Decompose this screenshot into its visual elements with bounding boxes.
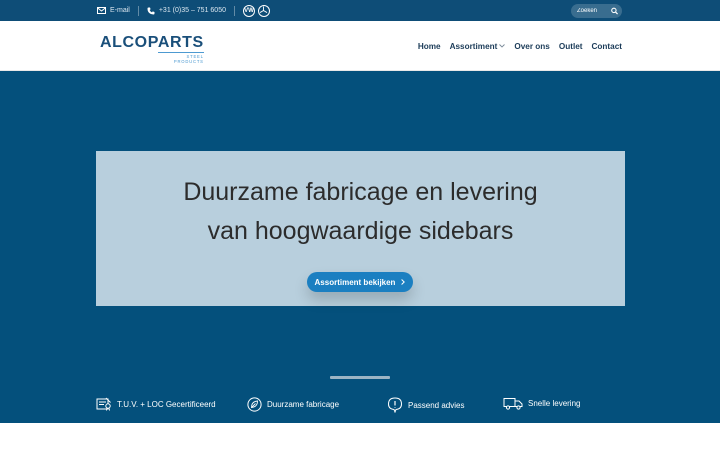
main-nav: Home Assortiment Over ons Outlet Contact — [418, 21, 622, 71]
certificate-icon — [96, 397, 111, 411]
usp-label: Passend advies — [408, 400, 465, 410]
email-link[interactable]: E-mail — [97, 7, 130, 14]
hero-card: Duurzame fabricage en levering van hoogw… — [96, 151, 625, 306]
usp-label: Snelle levering — [528, 399, 581, 408]
button-label: Assortiment bekijken — [314, 277, 396, 287]
phone-label: +31 (0)35 – 751 6050 — [158, 7, 226, 14]
hero-title: Duurzame fabricage en levering van hoogw… — [96, 173, 625, 251]
usp-item: Snelle levering — [503, 397, 580, 410]
site-logo[interactable]: ALCOPARTS STEEL PRODUCTS — [100, 35, 204, 64]
top-bar: E-mail +31 (0)35 – 751 6050 VW — [0, 0, 720, 21]
hero-title-line: van hoogwaardige sidebars — [207, 217, 514, 245]
usp-item: Passend advies — [387, 397, 464, 413]
search-box[interactable] — [571, 3, 622, 18]
advice-icon — [387, 397, 403, 413]
nav-label: Assortiment — [449, 41, 498, 51]
nav-label: Outlet — [558, 41, 583, 51]
phone-link[interactable]: +31 (0)35 – 751 6050 — [147, 7, 226, 15]
hero-section: Duurzame fabricage en levering van hoogw… — [0, 71, 720, 423]
usp-item: Duurzame fabricage — [247, 397, 339, 412]
slider-indicator[interactable] — [330, 376, 390, 379]
hero-title-line: Duurzame fabricage en levering — [183, 178, 538, 206]
usp-label: Duurzame fabricage — [267, 400, 340, 409]
logo-accent: PARTS — [147, 34, 204, 51]
logo-main: ALCO — [100, 34, 148, 51]
usp-label: T.U.V. + LOC Gecertificeerd — [117, 399, 216, 409]
nav-label: Home — [417, 41, 441, 51]
brand-logos: VW — [242, 4, 270, 17]
nav-assortiment[interactable]: Assortiment — [450, 42, 506, 51]
nav-label: Contact — [591, 41, 622, 51]
usp-item: T.U.V. + LOC Gecertificeerd — [96, 397, 216, 411]
assortiment-button[interactable]: Assortiment bekijken — [307, 272, 413, 292]
site-header: ALCOPARTS STEEL PRODUCTS Home Assortimen… — [0, 21, 720, 71]
search-input[interactable] — [577, 7, 611, 14]
volkswagen-logo: VW — [242, 4, 255, 17]
nav-contact[interactable]: Contact — [592, 42, 622, 51]
logo-subtitle: STEEL PRODUCTS — [157, 52, 204, 64]
nav-over-ons[interactable]: Over ons — [514, 42, 550, 51]
leaf-icon — [247, 397, 262, 412]
mercedes-star-icon — [260, 6, 268, 13]
divider — [233, 5, 235, 16]
mail-icon — [97, 7, 106, 14]
logo-wordmark: ALCOPARTS — [100, 35, 204, 51]
email-label: E-mail — [110, 7, 130, 14]
page-below-fold — [0, 423, 720, 450]
phone-icon — [147, 7, 155, 14]
truck-icon — [503, 398, 523, 410]
divider — [137, 5, 139, 16]
search-icon[interactable] — [611, 7, 618, 15]
nav-label: Over ons — [514, 41, 550, 51]
chevron-down-icon — [499, 44, 506, 48]
usp-bar: T.U.V. + LOC Gecertificeerd Duurzame fab… — [96, 397, 626, 413]
chevron-right-icon — [401, 279, 406, 285]
nav-home[interactable]: Home — [418, 42, 441, 51]
mercedes-logo — [257, 4, 270, 17]
nav-outlet[interactable]: Outlet — [559, 42, 583, 51]
